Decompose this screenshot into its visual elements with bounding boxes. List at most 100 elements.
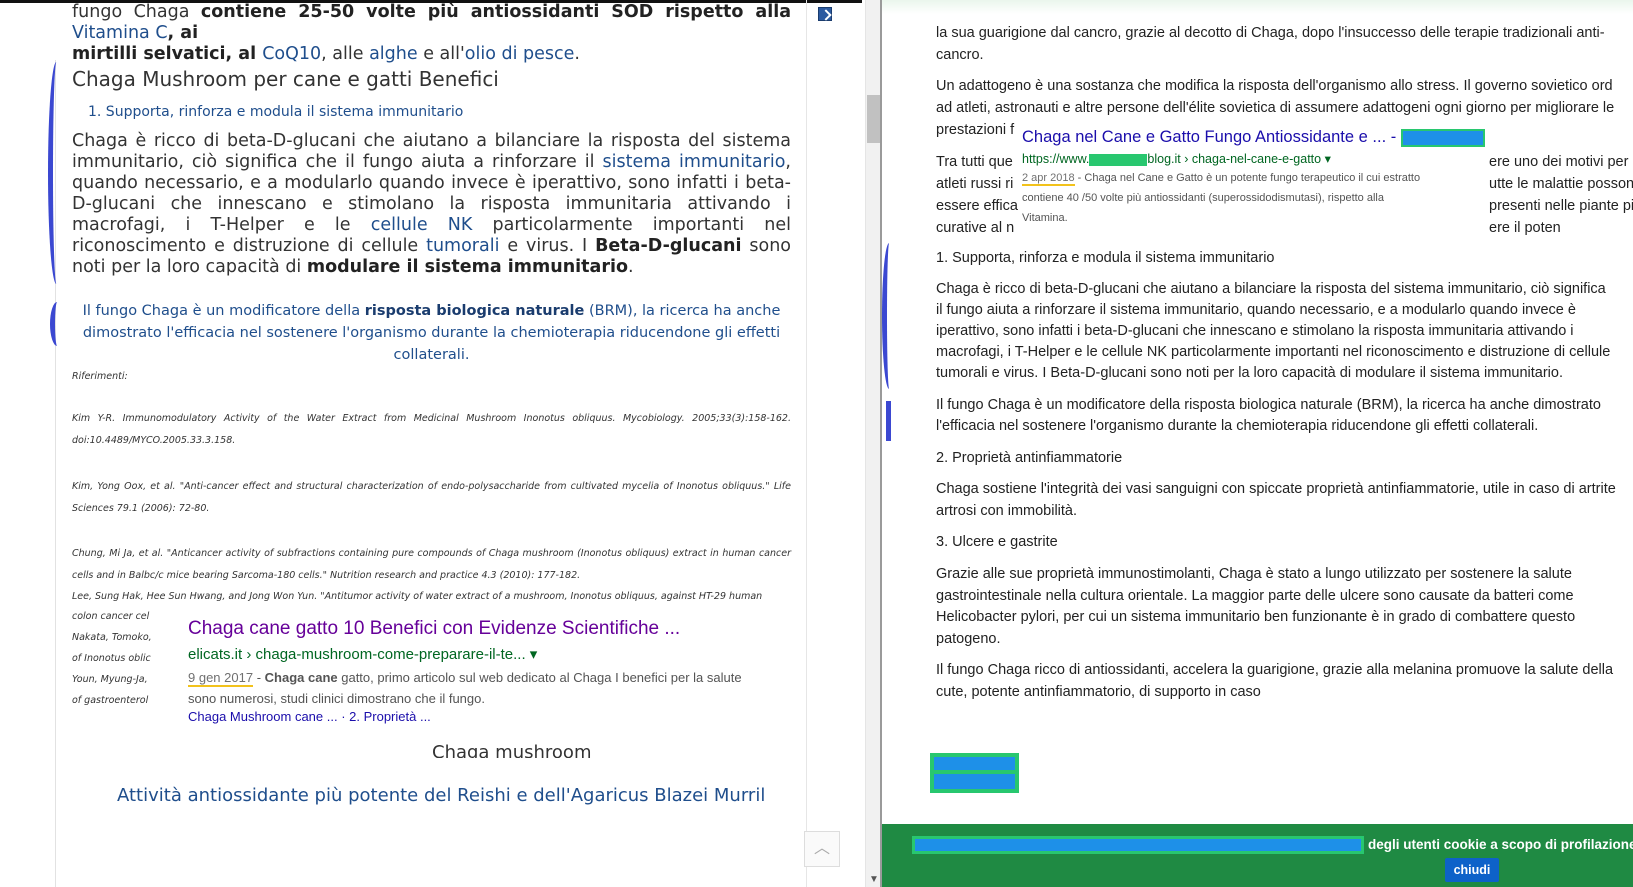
para-line: ere il poten <box>1489 220 1561 236</box>
reference-item: Chung, Mi Ja, et al. "Anticancer activit… <box>72 548 791 581</box>
list-item-immune[interactable]: 1. Supporta, rinforza e modula il sistem… <box>88 104 463 120</box>
para-line: iperattivo, sono infatti i beta-D-glucan… <box>936 323 1574 339</box>
link-tumorali[interactable]: tumorali <box>426 236 499 256</box>
para-line: il fungo aiuta a rinforzare il sistema i… <box>936 302 1576 318</box>
dropdown-arrow-icon[interactable]: ▾ <box>1325 152 1331 166</box>
left-content-border-right <box>806 0 807 887</box>
reference-fragment: Youn, Myung-Ja, <box>72 674 148 685</box>
search-result-description: 2 apr 2018 - Chaga nel Cane e Gatto è un… <box>1022 168 1432 228</box>
search-result-snippet: Chaga cane gatto 10 Benefici con Evidenz… <box>174 609 774 741</box>
para-line: patogeno. <box>936 631 1001 647</box>
search-result-url-text: elicats.it › chaga-mushroom-come-prepara… <box>188 646 526 663</box>
search-result-url-text: blog.it › chaga-nel-cane-e-gatto <box>1147 152 1322 166</box>
cut-heading-text: Chaga mushroom <box>432 742 592 758</box>
para-text: Il fungo Chaga è un modificatore della <box>82 303 365 319</box>
search-result-date: 2 apr 2018 <box>1022 172 1075 186</box>
search-result-snippet: Chaga nel Cane e Gatto Fungo Antiossidan… <box>1018 124 1485 224</box>
para-line: Grazie alle sue proprietà immunostimolan… <box>936 566 1572 582</box>
left-webpage-pane: fungo Chaga contiene 25-50 volte più ant… <box>0 0 880 887</box>
para-line: Helicobacter pylori, per cui un sistema … <box>936 609 1576 625</box>
expand-icon[interactable] <box>818 7 832 21</box>
scroll-down-arrow-icon[interactable]: ▼ <box>869 874 879 885</box>
link-coq10[interactable]: CoQ10 <box>262 44 321 64</box>
para-line: artrosi con immobilità. <box>936 503 1078 519</box>
link-alghe[interactable]: alghe <box>369 44 418 64</box>
para-line: prestazioni f <box>936 122 1015 138</box>
para-line: Il fungo Chaga ricco di antiossidanti, a… <box>936 662 1614 678</box>
para-line: Un adattogeno è una sostanza che modific… <box>936 78 1613 94</box>
dropdown-arrow-icon[interactable]: ▾ <box>530 646 538 663</box>
para-text: . <box>628 257 634 277</box>
annotation-bracket <box>882 243 894 389</box>
snippet-bold: Chaga cane <box>264 670 338 685</box>
snippet-text: - Chaga nel Cane e Gatto è un potente fu… <box>1022 172 1421 224</box>
intro-paragraph: fungo Chaga contiene 25-50 volte più ant… <box>72 2 791 65</box>
link-vitamina-c[interactable]: Vitamina C <box>72 23 168 43</box>
redacted-box <box>930 753 1019 793</box>
scrollbar-thumb[interactable] <box>867 95 880 143</box>
para-text: e virus. I <box>499 236 596 256</box>
sitelink[interactable]: 2. Proprietà ... <box>349 709 431 724</box>
back-to-top-button[interactable]: ︿ <box>804 831 840 867</box>
reference-item: Kim, Yong Oox, et al. "Anti-cancer effec… <box>72 481 791 514</box>
para-bold: Beta-D-glucani <box>595 236 742 256</box>
intro-text: fungo Chaga <box>72 2 201 22</box>
redacted-domain <box>1089 153 1148 166</box>
search-result-sitelinks: Chaga Mushroom cane ... · 2. Proprietà .… <box>188 709 760 724</box>
link-olio-di-pesce[interactable]: olio di pesce <box>465 44 575 64</box>
intro-bold-2: mirtilli selvatici, al <box>72 44 263 64</box>
para-line: ad atleti, astronauti e altre persone de… <box>936 100 1615 116</box>
para-line: cute, potente antinfiammatorio, di suppo… <box>936 684 1261 700</box>
cookie-text: degli utenti cookie a scopo di profilazi… <box>1368 837 1633 852</box>
link-cellule-nk[interactable]: cellule NK <box>371 215 473 235</box>
para-line: gastrointestinale nella cultura oriental… <box>936 588 1574 604</box>
reference-fragment: Nakata, Tomoko, <box>72 632 152 643</box>
para-line: ere uno dei motivi per cu <box>1489 154 1633 170</box>
para-line: Il fungo Chaga è un modificatore della r… <box>936 397 1601 413</box>
list-item-immune: 1. Supporta, rinforza e modula il sistem… <box>936 250 1275 266</box>
para-line: cancro. <box>936 47 984 63</box>
list-item-antiinflammatory: 2. Proprietà antinfiammatorie <box>936 450 1123 466</box>
search-result-url[interactable]: https://www. blog.it › chaga-nel-cane-e-g… <box>1022 151 1424 166</box>
right-webpage-pane: la sua guarigione dal cancro, grazie al … <box>882 0 1633 887</box>
search-result-title[interactable]: Chaga cane gatto 10 Benefici con Evidenz… <box>188 617 760 641</box>
reference-fragment: of Inonotus oblic <box>72 653 151 664</box>
search-result-title-text: Chaga nel Cane e Gatto Fungo Antiossidan… <box>1022 128 1397 146</box>
intro-text-4: . <box>574 44 580 64</box>
immune-paragraph: Chaga è ricco di beta-D-glucani che aiut… <box>72 131 791 278</box>
para-line: curative al n <box>936 220 1015 236</box>
para-line: atleti russi ri <box>936 176 1014 192</box>
list-item-ulcers: 3. Ulcere e gastrite <box>936 534 1058 550</box>
antioxidant-subheading: Attività antiossidante più potente del R… <box>117 785 766 806</box>
annotation-bracket <box>48 62 62 284</box>
para-line: presenti nelle piante più <box>1489 198 1633 214</box>
para-bold: risposta biologica naturale <box>364 303 585 319</box>
para-line: la sua guarigione dal cancro, grazie al … <box>936 25 1605 41</box>
intro-bold-end: , ai <box>167 23 199 43</box>
reference-item: Kim Y-R. Immunomodulatory Activity of th… <box>72 413 791 446</box>
search-result-url[interactable]: elicats.it › chaga-mushroom-come-prepara… <box>188 645 760 663</box>
brm-paragraph: Il fungo Chaga è un modificatore della r… <box>72 300 791 366</box>
intro-text-2: , alle <box>321 44 370 64</box>
para-line: l'efficacia nel sostenere l'organismo du… <box>936 418 1539 434</box>
cut-heading: Chaga mushroom <box>432 740 591 758</box>
link-sistema-immunitario[interactable]: sistema immunitario <box>603 152 786 172</box>
snippet-text: - <box>253 670 265 685</box>
para-line: Chaga sostiene l'integrità dei vasi sang… <box>936 481 1616 497</box>
section-heading: Chaga Mushroom per cane e gatti Benefici <box>72 67 499 91</box>
search-result-description: 9 gen 2017 - Chaga cane gatto, primo art… <box>188 667 758 709</box>
reference-fragment: of gastroenterol <box>72 695 149 706</box>
right-top-bar <box>882 0 1633 14</box>
para-line: macrofagi, i T-Helper e le cellule NK pa… <box>936 344 1611 360</box>
para-line: utte le malattie possono <box>1489 176 1633 192</box>
search-result-url-text: https://www. <box>1022 152 1090 166</box>
para-line: Tra tutti que <box>936 154 1013 170</box>
cookie-close-button[interactable]: chiudi <box>1445 858 1499 882</box>
sitelink[interactable]: Chaga Mushroom cane ... <box>188 709 338 724</box>
annotation-bracket <box>886 401 892 441</box>
intro-bold: contiene 25-50 volte più antiossidanti S… <box>200 2 792 22</box>
search-result-title[interactable]: Chaga nel Cane e Gatto Fungo Antiossidan… <box>1022 126 1485 148</box>
left-scrollbar[interactable]: ▼ <box>865 0 880 887</box>
para-line: Chaga è ricco di beta-D-glucani che aiut… <box>936 281 1606 297</box>
search-result-date: 9 gen 2017 <box>188 670 254 687</box>
